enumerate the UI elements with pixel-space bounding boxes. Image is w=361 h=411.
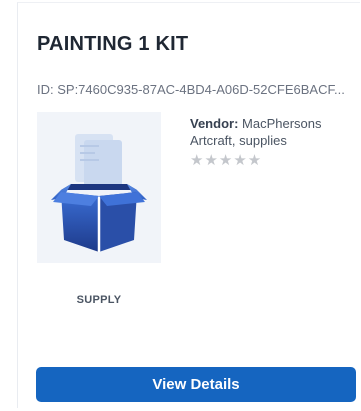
open-box-icon [51, 134, 147, 252]
product-card: PAINTING 1 KIT ID: SP:7460C935-87AC-4BD4… [17, 2, 360, 408]
vendor-info: Vendor: MacPhersons Artcraft, supplies [190, 115, 350, 149]
vendor-label: Vendor: [190, 116, 239, 131]
view-details-button[interactable]: View Details [36, 367, 356, 402]
star-rating: ★★★★★ [190, 152, 263, 169]
product-title: PAINTING 1 KIT [37, 33, 189, 55]
product-id: ID: SP:7460C935-87AC-4BD4-A06D-52CFE6BAC… [37, 82, 345, 97]
product-type-label: SUPPLY [76, 294, 122, 306]
product-thumbnail [37, 112, 161, 263]
